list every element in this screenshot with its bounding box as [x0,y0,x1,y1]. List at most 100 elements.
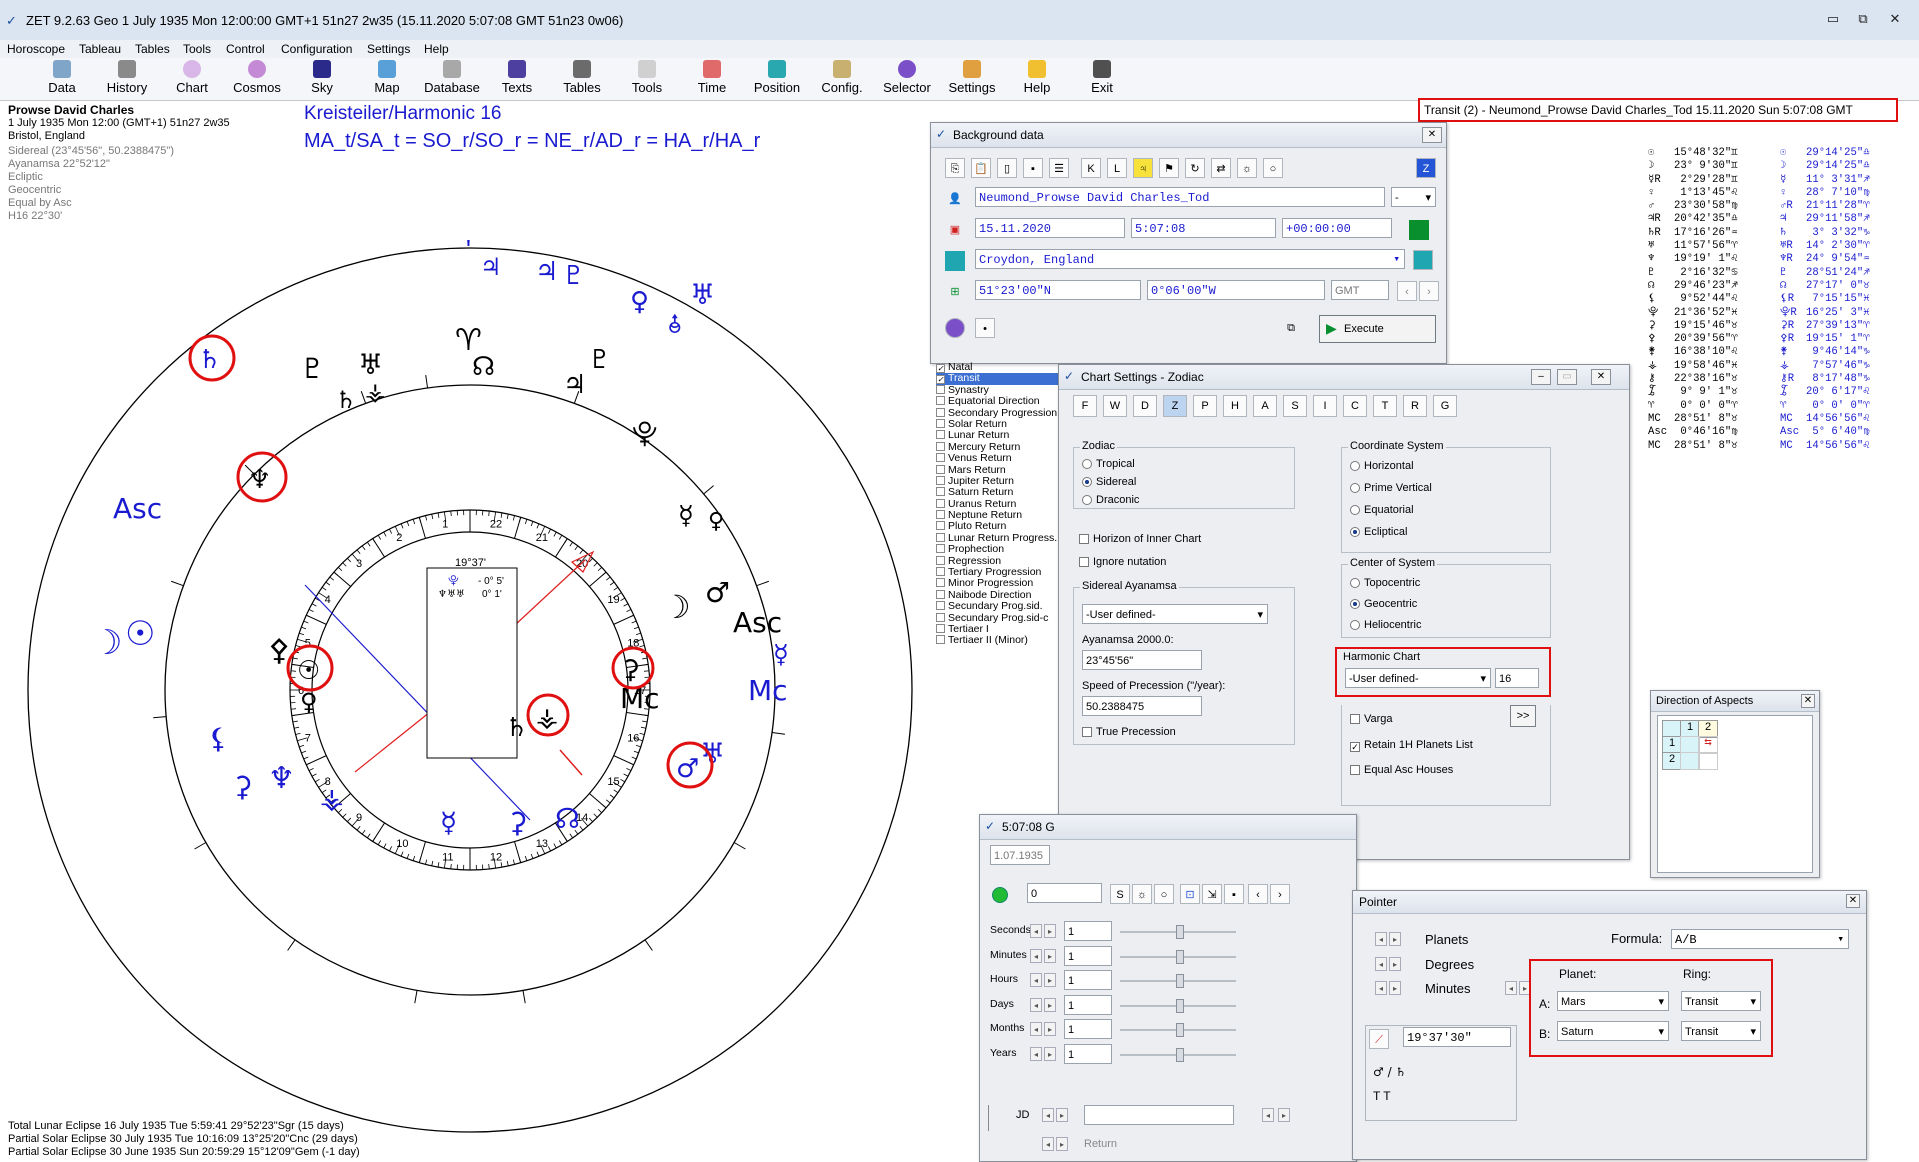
step-forward-icon[interactable]: › [1270,884,1290,904]
settings-tab-r[interactable]: R [1403,395,1427,417]
go-icon[interactable] [992,887,1008,903]
menu-tables[interactable]: Tables [135,42,170,56]
name-field[interactable]: Neumond_Prowse David Charles_Tod [975,187,1385,207]
toolbar-position-button[interactable]: Position [747,60,807,95]
time-step-input[interactable]: 1 [1064,1043,1112,1064]
toolbar-texts-button[interactable]: Texts [487,60,547,95]
step-up-icon[interactable]: ▸ [1044,924,1056,938]
toolbar-chart-button[interactable]: Chart [162,60,222,95]
toolbar-exit-button[interactable]: Exit [1072,60,1132,95]
close-icon[interactable]: ✕ [1591,369,1611,385]
toolbar-help-button[interactable]: Help [1007,60,1067,95]
name-select[interactable]: - [1391,187,1436,208]
toolbar-tables-button[interactable]: Tables [552,60,612,95]
step-down-icon[interactable]: ◂ [1030,1046,1042,1061]
copy-chart-icon[interactable]: ⧉ [1281,318,1301,338]
slider-thumb[interactable] [1176,949,1184,964]
degrees-prev-icon[interactable]: ◂ [1375,957,1387,971]
equal-asc-houses-checkbox[interactable]: Equal Asc Houses [1350,764,1453,776]
menu-settings[interactable]: Settings [367,42,410,56]
copy-icon[interactable]: ⎘ [945,158,965,178]
toolbar-history-button[interactable]: History [97,60,157,95]
toolbar-time-button[interactable]: Time [682,60,742,95]
zodiac-tropical-radio[interactable]: Tropical [1082,458,1135,470]
settings-tab-w[interactable]: W [1103,395,1127,417]
minutes2-prev-icon[interactable]: ◂ [1505,981,1517,995]
slider-thumb[interactable] [1176,1047,1184,1062]
zone-status-icon[interactable] [1409,220,1429,240]
circle-step-icon[interactable]: ○ [1154,884,1174,904]
toolbar-tools-button[interactable]: Tools [617,60,677,95]
selector-icon[interactable] [945,318,965,338]
precession-input[interactable]: 50.2388475 [1082,696,1202,716]
coord-prime-vertical-radio[interactable]: Prime Vertical [1350,482,1432,494]
aspects-cell-2-1[interactable] [1680,752,1700,770]
key-l-icon[interactable]: L [1107,158,1127,178]
calc-icon[interactable]: ⊡ [1180,884,1200,904]
menu-control[interactable]: Control [226,42,265,56]
coord-ecliptical-radio[interactable]: Ecliptical [1350,526,1407,538]
close-icon[interactable]: ✕ [1846,894,1860,908]
time-step-input[interactable]: 1 [1064,994,1112,1015]
latitude-field[interactable]: 51°23'00"N [975,280,1141,300]
pointer-angle-icon[interactable]: ⟋ [1369,1029,1389,1049]
maximize-icon[interactable]: ▭ [1557,369,1577,385]
slider-thumb[interactable] [1176,998,1184,1013]
strike-icon[interactable]: S [1110,884,1130,904]
planet-b-select[interactable]: Saturn [1557,1021,1669,1042]
step-up-icon[interactable]: ▸ [1044,948,1056,963]
time-step-input[interactable]: 1 [1064,970,1112,990]
zodiac-draconic-radio[interactable]: Draconic [1082,494,1139,506]
settings-tab-d[interactable]: D [1133,395,1157,417]
slider-thumb[interactable] [1176,974,1184,988]
jd-down-icon[interactable]: ◂ [1042,1108,1054,1122]
coord-equatorial-radio[interactable]: Equatorial [1350,504,1414,516]
coord-horizontal-radio[interactable]: Horizontal [1350,460,1414,472]
time-step-input[interactable]: 1 [1064,1019,1112,1039]
time-step-slider[interactable] [1120,998,1236,1013]
longitude-field[interactable]: 0°06'00"W [1147,280,1325,300]
minimize-icon[interactable]: – [1531,369,1551,385]
planets-prev-icon[interactable]: ◂ [1375,932,1387,946]
ayanamsa-select[interactable]: -User defined- [1082,604,1268,625]
center-topocentric-radio[interactable]: Topocentric [1350,577,1420,589]
save-step-icon[interactable]: ▪ [1224,884,1244,904]
menu-horoscope[interactable]: Horoscope [7,42,65,56]
toolbar-settings-button[interactable]: Settings [942,60,1002,95]
settings-tab-i[interactable]: I [1313,395,1337,417]
slider-thumb[interactable] [1176,1023,1184,1037]
sun-icon[interactable]: ☼ [1237,158,1257,178]
map-pick-icon[interactable] [1413,250,1433,270]
key-k-icon[interactable]: K [1081,158,1101,178]
time-step-slider[interactable] [1120,974,1236,988]
sync-icon[interactable]: ⇄ [1211,158,1231,178]
center-heliocentric-radio[interactable]: Heliocentric [1350,619,1421,631]
slider-thumb[interactable] [1176,925,1184,939]
close-icon[interactable]: ✕ [1801,694,1815,708]
highlight-icon[interactable]: ♃ [1133,158,1153,178]
menu-tools[interactable]: Tools [183,42,211,56]
export-icon[interactable]: ⇲ [1202,884,1222,904]
aspects-cell-2-2[interactable] [1698,752,1718,770]
step-up-icon[interactable]: ▸ [1044,1022,1056,1036]
varga-expand-button[interactable]: >> [1510,705,1536,727]
flag-icon[interactable]: ⚑ [1159,158,1179,178]
settings-tab-t[interactable]: T [1373,395,1397,417]
toolbar-map-button[interactable]: Map [357,60,417,95]
toolbar-data-button[interactable]: Data [32,60,92,95]
return-up-icon[interactable]: ▸ [1056,1137,1068,1151]
jd-up-icon[interactable]: ▸ [1056,1108,1068,1122]
time-field[interactable]: 5:07:08 [1131,218,1276,238]
step-down-icon[interactable]: ◂ [1030,973,1042,987]
time-step-slider[interactable] [1120,1047,1236,1062]
settings-tab-s[interactable]: S [1283,395,1307,417]
restore-icon[interactable]: ⧉ [1850,10,1876,28]
planet-a-select[interactable]: Mars [1557,991,1669,1012]
true-precession-checkbox[interactable]: True Precession [1082,726,1176,738]
place-field[interactable]: Croydon, England [975,249,1405,270]
ring-b-select[interactable]: Transit [1681,1021,1761,1042]
prev-icon[interactable]: ‹ [1397,281,1417,301]
close-icon[interactable]: ✕ [1882,10,1908,28]
paste-icon[interactable]: 📋 [971,158,991,178]
execute-button[interactable]: ▶ Execute [1319,315,1436,343]
